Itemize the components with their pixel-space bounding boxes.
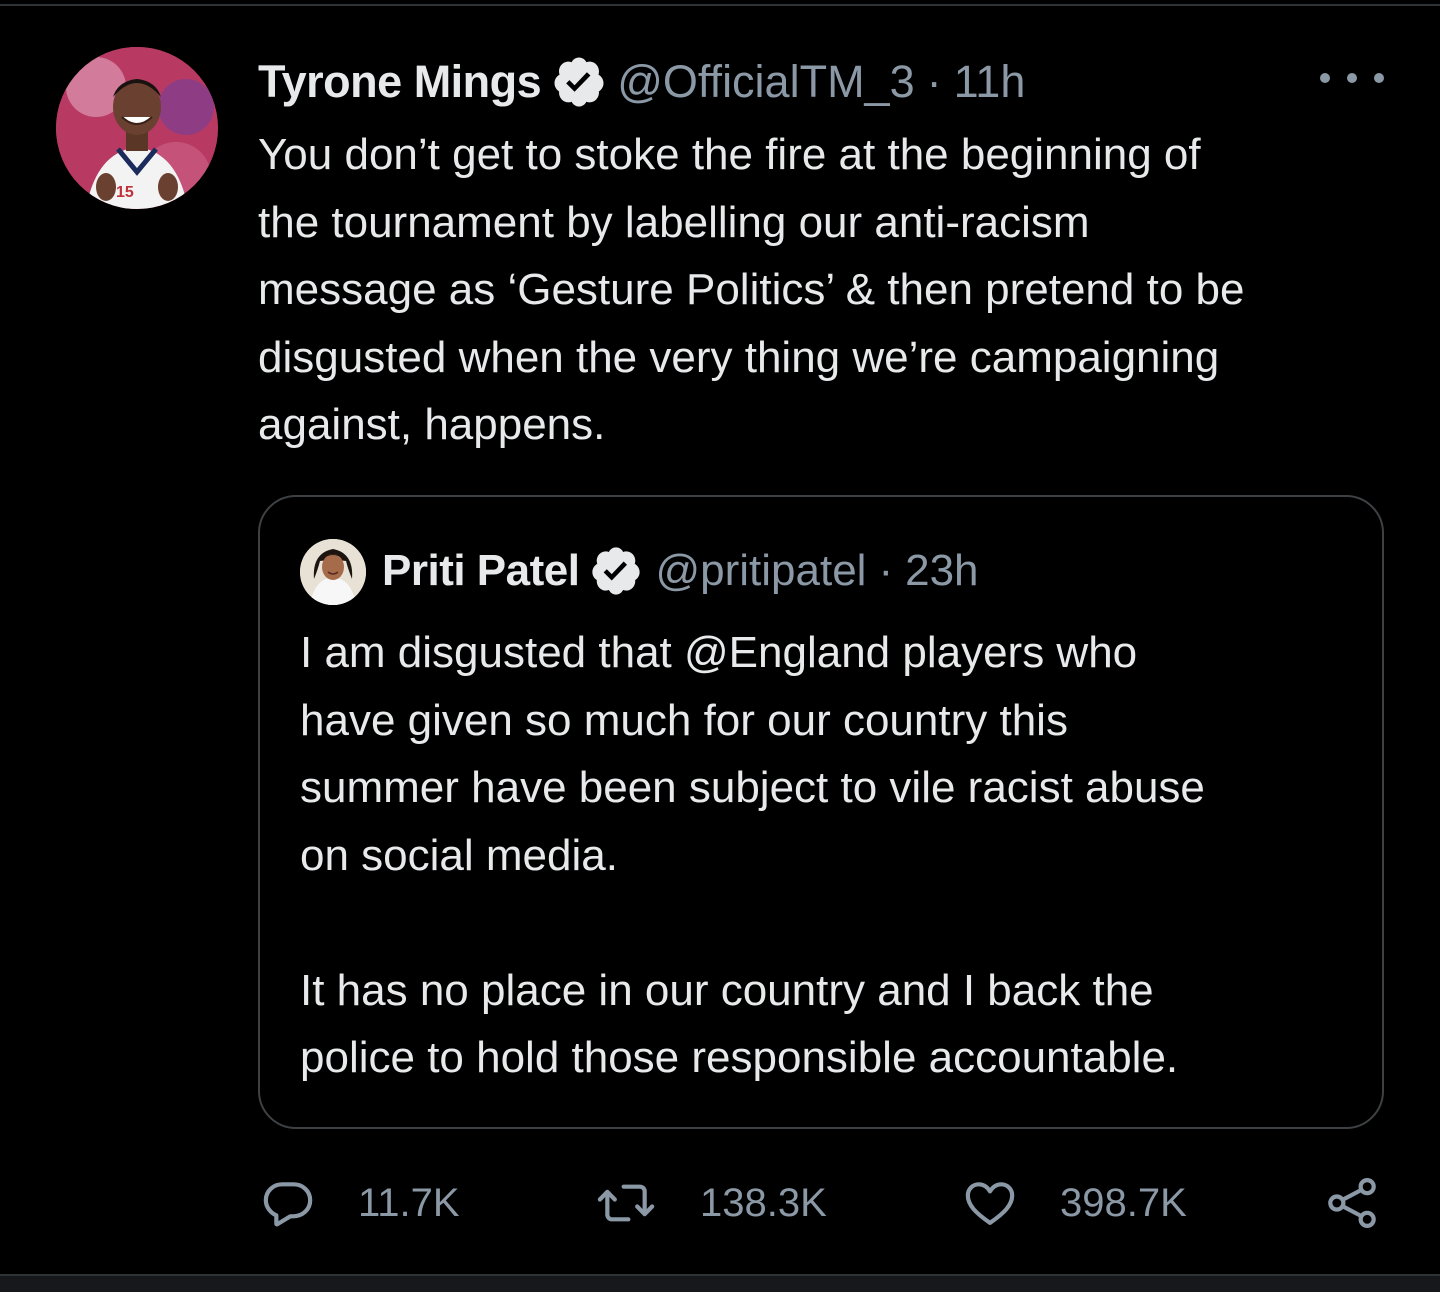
tweet-header: Tyrone Mings @OfficialTM_3 · 11h — [258, 50, 1025, 114]
verified-badge-icon — [551, 54, 607, 110]
quoted-tweet-time: 23h — [905, 546, 979, 595]
quoted-tweet-header: Priti Patel @pritipatel · 23h — [382, 541, 979, 601]
more-dot — [1320, 73, 1330, 83]
quoted-text-line: police to hold those responsible account… — [300, 1033, 1179, 1082]
more-dot — [1347, 73, 1357, 83]
top-divider — [0, 4, 1440, 6]
reply-button[interactable]: 11.7K — [260, 1170, 460, 1236]
more-dots-icon[interactable] — [1320, 62, 1384, 94]
tweet-text-line: against, happens. — [258, 400, 606, 449]
svg-text:15: 15 — [116, 184, 134, 201]
quoted-author-name: Priti Patel — [382, 546, 580, 595]
more-dot — [1374, 73, 1384, 83]
separator-dot: · — [926, 56, 942, 107]
tweet-text-line: You don’t get to stoke the fire at the b… — [258, 130, 1201, 179]
retweet-button[interactable]: 138.3K — [594, 1170, 827, 1236]
bottom-divider — [0, 1274, 1440, 1292]
share-icon — [1324, 1175, 1380, 1231]
like-button[interactable]: 398.7K — [962, 1170, 1187, 1236]
quoted-text-line: have given so much for our country this — [300, 695, 1068, 745]
like-count: 398.7K — [1060, 1180, 1187, 1225]
quoted-author-avatar — [300, 539, 366, 605]
share-button[interactable] — [1324, 1170, 1380, 1236]
separator-dot: · — [878, 546, 894, 595]
reply-count: 11.7K — [358, 1180, 460, 1225]
quoted-tweet-text: I am disgusted that @England players who… — [300, 619, 1360, 1092]
reply-bubble-icon — [260, 1175, 316, 1231]
verified-badge-icon — [589, 544, 643, 598]
tweet-text-line: disgusted when the very thing we’re camp… — [258, 332, 1220, 382]
quoted-text-line: I am disgusted that @England players who — [300, 628, 1138, 677]
tweet-text-line: the tournament by labelling our anti-rac… — [258, 197, 1090, 247]
retweet-arrows-icon — [594, 1175, 658, 1231]
author-name[interactable]: Tyrone Mings — [258, 50, 542, 114]
tweet-text-line: message as ‘Gesture Politics’ & then pre… — [258, 265, 1245, 314]
quoted-text-line: summer have been subject to vile racist … — [300, 763, 1205, 812]
author-handle[interactable]: @OfficialTM_3 — [617, 50, 914, 114]
author-avatar[interactable]: 15 — [56, 47, 218, 209]
tweet-time[interactable]: 11h — [954, 50, 1026, 114]
quoted-tweet-card[interactable]: Priti Patel @pritipatel · 23h I am disgu… — [258, 495, 1384, 1129]
tweet-text: You don’t get to stoke the fire at the b… — [258, 121, 1388, 459]
quoted-text-line: It has no place in our country and I bac… — [300, 965, 1154, 1015]
quoted-author-handle: @pritipatel — [655, 546, 867, 595]
heart-icon — [962, 1175, 1018, 1231]
quoted-text-line: on social media. — [300, 830, 618, 880]
tweet-actions: 11.7K 138.3K 398.7K — [0, 1170, 1440, 1236]
retweet-count: 138.3K — [700, 1180, 827, 1225]
